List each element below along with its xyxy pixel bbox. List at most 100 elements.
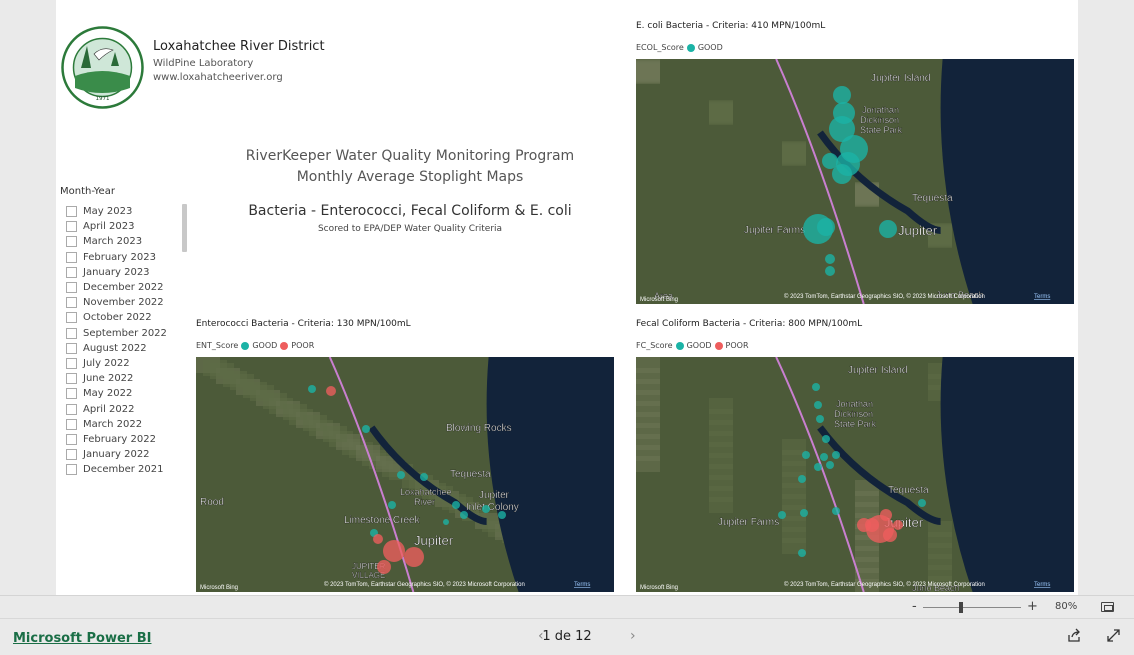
poor-site-point	[893, 520, 903, 530]
slicer-item[interactable]: February 2023	[66, 250, 184, 265]
org-lab: WildPine Laboratory	[153, 58, 254, 69]
checkbox-icon[interactable]	[66, 433, 77, 445]
zoom-in-button[interactable]: +	[1027, 599, 1038, 614]
slicer-scrollbar[interactable]	[182, 204, 187, 252]
checkbox-icon[interactable]	[66, 282, 77, 294]
good-site-point	[802, 451, 810, 459]
good-site-point	[460, 511, 468, 519]
month-year-slicer: May 2023 April 2023 March 2023 February 202…	[66, 204, 184, 477]
map-terms-link[interactable]: Terms	[574, 582, 590, 588]
good-site-point	[420, 473, 428, 481]
good-site-point	[825, 266, 835, 276]
place-label: Jupiter	[479, 490, 510, 501]
good-site-point	[362, 425, 370, 433]
slicer-item[interactable]: December 2022	[66, 280, 184, 295]
slicer-item[interactable]: February 2022	[66, 432, 184, 447]
good-site-point	[832, 451, 840, 459]
good-site-point	[800, 509, 808, 517]
good-dot-icon	[686, 43, 695, 52]
good-site-point	[833, 86, 851, 104]
slicer-item[interactable]: January 2023	[66, 265, 184, 280]
place-label: Tequesta	[450, 469, 491, 480]
slicer-item[interactable]: October 2022	[66, 310, 184, 325]
checkbox-icon[interactable]	[66, 297, 77, 309]
slicer-item[interactable]: May 2023	[66, 204, 184, 219]
fullscreen-icon[interactable]	[1106, 628, 1121, 643]
checkbox-icon[interactable]	[66, 206, 77, 218]
bacteria-subtitle: Bacteria - Enterococci, Fecal Coliform &…	[248, 203, 572, 219]
fc-legend-label: FC_Score	[636, 341, 673, 350]
fc-legend-poor: POOR	[725, 341, 749, 350]
checkbox-icon[interactable]	[66, 464, 77, 476]
checkbox-icon[interactable]	[66, 388, 77, 400]
checkbox-icon[interactable]	[66, 221, 77, 233]
slicer-item[interactable]: May 2022	[66, 386, 184, 401]
checkbox-icon[interactable]	[66, 236, 77, 248]
slicer-item[interactable]: April 2023	[66, 219, 184, 234]
checkbox-icon[interactable]	[66, 418, 77, 430]
checkbox-icon[interactable]	[66, 403, 77, 415]
zoom-out-button[interactable]: -	[912, 599, 917, 614]
checkbox-icon[interactable]	[66, 266, 77, 278]
poor-site-point	[377, 560, 391, 574]
slicer-item-label: August 2022	[83, 342, 147, 354]
good-site-point	[816, 415, 824, 423]
place-label: Jupiter Island	[871, 73, 930, 84]
poor-site-point	[383, 540, 405, 562]
good-site-point	[308, 385, 316, 393]
place-label: Limestone Creek	[344, 515, 421, 526]
slicer-item[interactable]: November 2022	[66, 295, 184, 310]
checkbox-icon[interactable]	[66, 342, 77, 354]
slicer-item[interactable]: July 2022	[66, 356, 184, 371]
ecoli-legend-good: GOOD	[697, 43, 723, 52]
slicer-item[interactable]: April 2022	[66, 401, 184, 416]
place-label: Jonathan	[836, 399, 873, 409]
slicer-item[interactable]: March 2023	[66, 234, 184, 249]
map-terms-link[interactable]: Terms	[1034, 582, 1050, 588]
org-url: www.loxahatcheeriver.org	[153, 72, 283, 83]
slicer-item-label: September 2022	[83, 327, 167, 339]
good-site-point	[918, 499, 926, 507]
zoom-slider-thumb[interactable]	[959, 602, 963, 613]
map-terms-link[interactable]: Terms	[1034, 294, 1050, 300]
slicer-item[interactable]: September 2022	[66, 326, 184, 341]
next-page-icon[interactable]: ›	[630, 628, 636, 644]
share-icon[interactable]	[1067, 628, 1082, 643]
slicer-item-label: July 2022	[83, 357, 130, 369]
zoom-slider-track[interactable]	[923, 607, 1021, 608]
ent-map-title: Enterococci Bacteria - Criteria: 130 MPN…	[196, 319, 411, 329]
slicer-item[interactable]: January 2022	[66, 447, 184, 462]
good-dot-icon	[241, 341, 250, 350]
slicer-item[interactable]: August 2022	[66, 341, 184, 356]
checkbox-icon[interactable]	[66, 327, 77, 339]
slicer-title: Month-Year	[60, 186, 115, 197]
checkbox-icon[interactable]	[66, 251, 77, 263]
ecoli-map[interactable]: Jupiter Island Jonathan Dickinson State Par…	[636, 59, 1074, 304]
fc-map-title: Fecal Coliform Bacteria - Criteria: 800 …	[636, 319, 863, 329]
ent-map[interactable]: Blowing Rocks Tequesta Jupiter Inlet Colony…	[196, 357, 614, 592]
good-site-point	[814, 463, 822, 471]
checkbox-icon[interactable]	[66, 312, 77, 324]
slicer-item[interactable]: March 2022	[66, 417, 184, 432]
place-label: Tequesta	[888, 485, 929, 496]
checkbox-icon[interactable]	[66, 373, 77, 385]
map-copyright: © 2023 TomTom, Earthstar Geographics SIO…	[324, 581, 525, 588]
good-dot-icon	[675, 341, 684, 350]
poor-site-point	[326, 386, 336, 396]
good-site-point	[826, 461, 834, 469]
checkbox-icon[interactable]	[66, 357, 77, 369]
fc-legend: FC_Score GOOD POOR	[636, 341, 749, 350]
fit-to-page-icon[interactable]	[1101, 602, 1114, 612]
place-label: Rood	[200, 497, 224, 508]
poor-site-point	[404, 547, 424, 567]
fc-map[interactable]: Jupiter Island Jonathan Dickinson State Par…	[636, 357, 1074, 592]
good-site-point	[388, 501, 396, 509]
place-label: Blowing Rocks	[446, 423, 512, 434]
checkbox-icon[interactable]	[66, 449, 77, 461]
good-site-point	[452, 501, 460, 509]
slicer-item[interactable]: June 2022	[66, 371, 184, 386]
poor-site-point	[883, 528, 897, 542]
place-label: Tequesta	[912, 193, 953, 204]
district-seal-logo: 1971	[61, 26, 144, 109]
slicer-item[interactable]: December 2021	[66, 462, 184, 477]
